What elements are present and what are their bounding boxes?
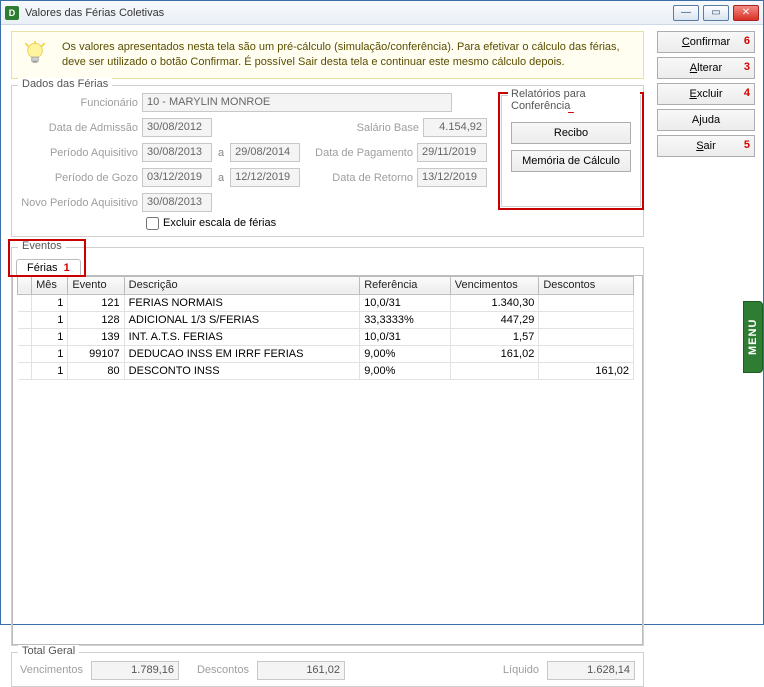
sair-button[interactable]: Sair5 <box>657 135 755 157</box>
events-grid[interactable]: Mês Evento Descrição Referência Vencimen… <box>17 276 634 640</box>
recibo-button[interactable]: Recibo <box>511 122 631 144</box>
memoria-button[interactable]: Memória de Cálculo <box>511 150 631 172</box>
table-row[interactable]: 180DESCONTO INSS9,00%161,02 <box>18 362 634 379</box>
admissao-field: 30/08/2012 <box>142 118 212 137</box>
window-frame: D Valores das Férias Coletivas — ▭ ✕ Con… <box>0 0 764 625</box>
col-descontos[interactable]: Descontos <box>539 276 634 294</box>
annotation-1: 1 <box>64 262 70 274</box>
retorno-field: 13/12/2019 <box>417 168 487 187</box>
minimize-button[interactable]: — <box>673 5 699 21</box>
col-evento[interactable]: Evento <box>68 276 124 294</box>
pagamento-label: Data de Pagamento <box>315 147 413 159</box>
lightbulb-icon <box>22 40 48 66</box>
total-desc-label: Descontos <box>197 664 249 676</box>
reports-fieldset: Relatórios para Conferência 2 Recibo Mem… <box>501 95 641 207</box>
totals-fieldset: Total Geral Vencimentos 1.789,16 Descont… <box>11 652 644 687</box>
table-row[interactable]: 199107DEDUCAO INSS EM IRRF FERIAS9,00%16… <box>18 345 634 362</box>
confirmar-button[interactable]: Confirmar6 <box>657 31 755 53</box>
annotation-4: 4 <box>744 87 750 99</box>
info-banner: Os valores apresentados nesta tela são u… <box>11 31 644 79</box>
eventos-fieldset: Eventos Férias1 <box>11 247 644 646</box>
close-button[interactable]: ✕ <box>733 5 759 21</box>
novo-aq-label: Novo Período Aquisitivo <box>20 197 138 209</box>
eventos-legend: Eventos <box>18 240 66 252</box>
excluir-escala-checkbox[interactable] <box>146 217 159 230</box>
titlebar: D Valores das Férias Coletivas — ▭ ✕ <box>1 1 763 25</box>
grid-empty-area <box>17 380 634 640</box>
salario-label: Salário Base <box>357 122 419 134</box>
alterar-button[interactable]: Alterar3 <box>657 57 755 79</box>
col-selector[interactable] <box>18 276 32 294</box>
reports-legend: Relatórios para Conferência <box>508 88 640 112</box>
table-row[interactable]: 1121FERIAS NORMAIS10,0/311.340,30 <box>18 294 634 311</box>
total-venc-label: Vencimentos <box>20 664 83 676</box>
tab-ferias[interactable]: Férias1 <box>16 259 81 276</box>
dados-legend: Dados das Férias <box>18 78 112 90</box>
app-icon: D <box>5 6 19 20</box>
col-referencia[interactable]: Referência <box>360 276 451 294</box>
annotation-5: 5 <box>744 139 750 151</box>
excluir-button[interactable]: Excluir4 <box>657 83 755 105</box>
gozo-ini-field: 03/12/2019 <box>142 168 212 187</box>
side-menu-tab[interactable]: MENU <box>743 301 763 373</box>
annotation-6: 6 <box>744 35 750 47</box>
aquisitivo-ini-field: 30/08/2013 <box>142 143 212 162</box>
table-row[interactable]: 1128ADICIONAL 1/3 S/FERIAS33,3333%447,29 <box>18 311 634 328</box>
total-liq-value: 1.628,14 <box>547 661 635 680</box>
retorno-label: Data de Retorno <box>332 172 413 184</box>
maximize-button[interactable]: ▭ <box>703 5 729 21</box>
totals-legend: Total Geral <box>18 645 79 657</box>
total-venc-value: 1.789,16 <box>91 661 179 680</box>
aquisitivo-fim-field: 29/08/2014 <box>230 143 300 162</box>
col-vencimentos[interactable]: Vencimentos <box>450 276 539 294</box>
annotation-3: 3 <box>744 61 750 73</box>
funcionario-label: Funcionário <box>20 97 138 109</box>
info-text: Os valores apresentados nesta tela são u… <box>62 41 620 68</box>
novo-aq-field: 30/08/2013 <box>142 193 212 212</box>
reports-annotation-box: Relatórios para Conferência 2 Recibo Mem… <box>498 92 644 210</box>
total-desc-value: 161,02 <box>257 661 345 680</box>
funcionario-field: 10 - MARYLIN MONROE <box>142 93 452 112</box>
col-mes[interactable]: Mês <box>32 276 68 294</box>
window-title: Valores das Férias Coletivas <box>25 7 673 19</box>
admissao-label: Data de Admissão <box>20 122 138 134</box>
table-row[interactable]: 1139INT. A.T.S. FERIAS10,0/311,57 <box>18 328 634 345</box>
col-descricao[interactable]: Descrição <box>124 276 360 294</box>
gozo-label: Período de Gozo <box>20 172 138 184</box>
salario-field: 4.154,92 <box>423 118 487 137</box>
ajuda-button[interactable]: Ajuda <box>657 109 755 131</box>
gozo-fim-field: 12/12/2019 <box>230 168 300 187</box>
aquisitivo-label: Período Aquisitivo <box>20 147 138 159</box>
total-liq-label: Líquido <box>503 664 539 676</box>
excluir-escala-label: Excluir escala de férias <box>163 217 276 229</box>
pagamento-field: 29/11/2019 <box>417 143 487 162</box>
grid-header-row: Mês Evento Descrição Referência Vencimen… <box>18 276 634 294</box>
